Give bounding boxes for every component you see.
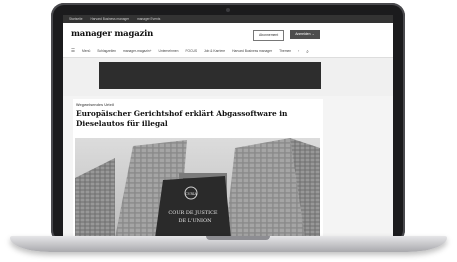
nav-item-hbm[interactable]: Harvard Business manager	[232, 49, 272, 53]
nav-item-focus[interactable]: FOCUS	[185, 49, 197, 53]
nav-item-themen[interactable]: Themen	[279, 49, 291, 53]
topbar-item-home[interactable]: Startseite	[69, 17, 82, 21]
arrow-right-icon: →	[311, 32, 315, 36]
sign-text-line2: DE L'UNION	[179, 218, 213, 224]
nav-item-menu[interactable]: Menü	[82, 49, 90, 53]
article-kicker: Wegweisendes Urteil	[76, 103, 114, 107]
laptop-base	[10, 236, 447, 252]
browser-screen: Startseite Harvard Business manager mana…	[63, 15, 393, 236]
article-image[interactable]: CVRIA COUR DE JUSTICE DE L'UNION	[75, 138, 320, 236]
article-headline[interactable]: Europäischer Gerichtshof erklärt Abgasso…	[76, 109, 320, 128]
ad-banner[interactable]	[99, 62, 321, 89]
main-nav: ☰ Menü Schlagzeilen manager-magazin+ Unt…	[63, 45, 393, 58]
sign-text-line1: COUR DE JUSTICE	[168, 210, 218, 216]
topbar: Startseite Harvard Business manager mana…	[63, 15, 393, 23]
lead-article[interactable]: Wegweisendes Urteil Europäischer Gericht…	[73, 99, 323, 236]
site-header: manager magazin Abonnement Anmelden →	[63, 23, 393, 45]
nav-item-karriere[interactable]: Job & Karriere	[204, 49, 225, 53]
login-button[interactable]: Anmelden →	[290, 30, 320, 39]
ad-area	[63, 58, 393, 96]
nav-item-mm-plus[interactable]: manager-magazin+	[123, 49, 152, 53]
nav-item-schlagzeilen[interactable]: Schlagzeilen	[97, 49, 116, 53]
sign-seal-text: CVRIA	[185, 192, 197, 196]
laptop-notch	[206, 236, 270, 240]
topbar-item-events[interactable]: manager Events	[137, 17, 160, 21]
hamburger-menu-icon[interactable]: ☰	[71, 48, 75, 54]
chevron-right-icon[interactable]: ›	[298, 49, 299, 53]
nav-item-unternehmen[interactable]: Unternehmen	[159, 49, 179, 53]
court-building-photo: CVRIA COUR DE JUSTICE DE L'UNION	[75, 138, 320, 236]
camera-dot	[226, 8, 230, 12]
site-logo[interactable]: manager magazin	[71, 29, 153, 39]
subscription-button[interactable]: Abonnement	[253, 30, 285, 41]
topbar-item-hbm[interactable]: Harvard Business manager	[90, 17, 129, 21]
search-icon[interactable]: ⌕	[306, 49, 309, 54]
login-button-label: Anmelden	[295, 32, 311, 36]
